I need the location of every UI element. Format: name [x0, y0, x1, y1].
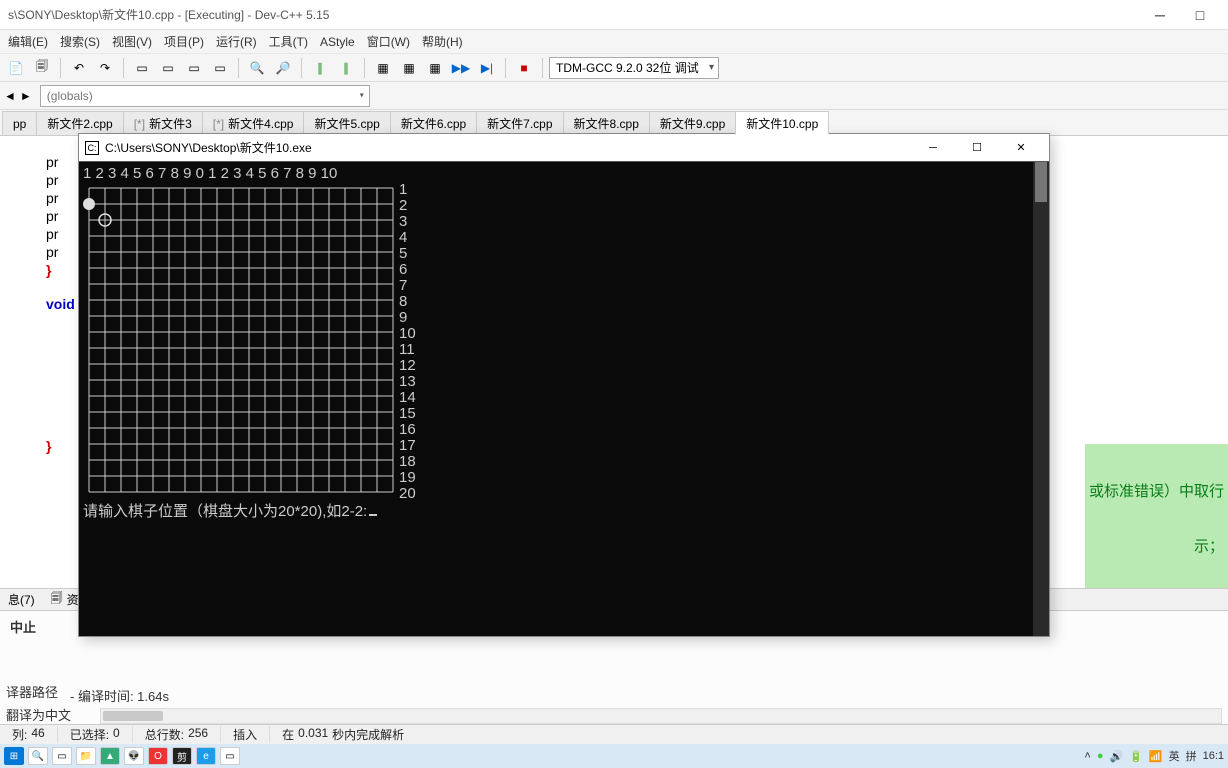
console-maximize[interactable]: ☐	[955, 134, 999, 162]
globals-select[interactable]: (globals)	[40, 85, 370, 107]
tab-file[interactable]: [*] 新文件3	[123, 111, 203, 135]
console-minimize[interactable]: ─	[911, 134, 955, 162]
tray-icon[interactable]: ●	[1097, 750, 1104, 762]
tab-file[interactable]: [*] 新文件4.cpp	[202, 111, 305, 135]
tab-file[interactable]: 新文件6.cpp	[390, 111, 477, 135]
toolbar-btn[interactable]: 📄	[4, 57, 28, 79]
tab-file[interactable]: 新文件5.cpp	[303, 111, 390, 135]
toolbar-btn[interactable]: ▭	[182, 57, 206, 79]
menu-help[interactable]: 帮助(H)	[416, 30, 469, 53]
undo-button[interactable]: ↶	[67, 57, 91, 79]
step-button[interactable]: ▶|	[475, 57, 499, 79]
board-col-header: 1 2 3 4 5 6 7 8 9 0 1 2 3 4 5 6 7 8 9 10	[83, 166, 1031, 182]
task-icon[interactable]: O	[148, 747, 168, 765]
console-title-bar[interactable]: C: C:\Users\SONY\Desktop\新文件10.exe ─ ☐ ✕	[79, 134, 1049, 162]
output-tab-info[interactable]: 息(7)	[0, 589, 43, 611]
go-board-grid	[83, 182, 395, 502]
task-icon[interactable]: ▭	[52, 747, 72, 765]
console-vscrollbar[interactable]	[1033, 162, 1049, 636]
tab-file[interactable]: 新文件9.cpp	[649, 111, 736, 135]
toolbar-btn[interactable]: 🗐	[30, 57, 54, 79]
task-icon[interactable]: e	[196, 747, 216, 765]
toolbar-btn[interactable]: 🔍	[245, 57, 269, 79]
taskbar: ⊞ 🔍 ▭ 📁 ▲ 👽 O 剪 e ▭ ˄ ● 🔊 🔋 📶 英 拼 16:1	[0, 744, 1228, 768]
tray-icon[interactable]: ˄	[1084, 750, 1090, 762]
menu-window[interactable]: 窗口(W)	[361, 30, 416, 53]
clock[interactable]: 16:1	[1203, 750, 1224, 762]
maximize-button[interactable]: □	[1180, 7, 1220, 23]
fwd-button[interactable]: ►	[20, 89, 32, 103]
task-icon[interactable]: 📁	[76, 747, 96, 765]
toolbar-btn[interactable]: ▭	[156, 57, 180, 79]
title-bar: s\SONY\Desktop\新文件10.cpp - [Executing] -…	[0, 0, 1228, 30]
menu-astyle[interactable]: AStyle	[314, 32, 361, 52]
toolbar-btn[interactable]: ∥	[308, 57, 332, 79]
text-cursor	[369, 514, 377, 516]
tab-file[interactable]: 新文件8.cpp	[563, 111, 650, 135]
task-icon[interactable]: 剪	[172, 747, 192, 765]
wifi-icon[interactable]: 📶	[1149, 750, 1163, 763]
status-bar: 列:46 已选择:0 总行数:256 插入 在 0.031 秒内完成解析	[0, 724, 1228, 744]
task-icon[interactable]: ▲	[100, 747, 120, 765]
menu-run[interactable]: 运行(R)	[210, 30, 263, 53]
menu-view[interactable]: 视图(V)	[106, 30, 158, 53]
output-side-labels: 译器路径 翻译为中文	[0, 678, 90, 728]
comment-highlight: 或标准错误）中取行 示；	[1085, 444, 1228, 592]
compile-run-button[interactable]: ▦	[423, 57, 447, 79]
tab-file[interactable]: 新文件2.cpp	[36, 111, 123, 135]
toolbar-btn[interactable]: ▭	[130, 57, 154, 79]
ime-mode[interactable]: 拼	[1186, 748, 1197, 764]
battery-icon[interactable]: 🔋	[1129, 750, 1143, 763]
toolbar-btn[interactable]: ∥	[334, 57, 358, 79]
output-hscrollbar[interactable]	[100, 708, 1222, 724]
redo-button[interactable]: ↷	[93, 57, 117, 79]
start-button[interactable]: ⊞	[4, 747, 24, 765]
console-title-text: C:\Users\SONY\Desktop\新文件10.exe	[105, 139, 312, 156]
toolbar-btn[interactable]: 🔎	[271, 57, 295, 79]
console-app-icon: C:	[85, 141, 99, 155]
volume-icon[interactable]: 🔊	[1109, 750, 1123, 763]
main-toolbar: 📄 🗐 ↶ ↷ ▭ ▭ ▭ ▭ 🔍 🔎 ∥ ∥ ▦ ▦ ▦ ▶▶ ▶| ■ TD…	[0, 54, 1228, 82]
menu-edit[interactable]: 编辑(E)	[2, 30, 54, 53]
tab-file[interactable]: 新文件7.cpp	[476, 111, 563, 135]
ime-lang[interactable]: 英	[1169, 748, 1180, 764]
task-icon[interactable]: ▭	[220, 747, 240, 765]
console-prompt: 请输入棋子位置（棋盘大小为20*20),如2-2:	[83, 504, 377, 520]
task-icon[interactable]: 🔍	[28, 747, 48, 765]
compiler-select[interactable]: TDM-GCC 9.2.0 32位 调试	[549, 57, 719, 79]
console-close[interactable]: ✕	[999, 134, 1043, 162]
system-tray[interactable]: ˄ ● 🔊 🔋 📶 英 拼 16:1	[1084, 748, 1224, 764]
console-window: C: C:\Users\SONY\Desktop\新文件10.exe ─ ☐ ✕…	[78, 133, 1050, 637]
debug-button[interactable]: ▶▶	[449, 57, 473, 79]
board-row-labels: 1234567891011121314151617181920	[399, 182, 416, 502]
menu-project[interactable]: 项目(P)	[158, 30, 210, 53]
secondary-toolbar: ◄ ► (globals)	[0, 82, 1228, 110]
console-content: 1 2 3 4 5 6 7 8 9 0 1 2 3 4 5 6 7 8 9 10…	[83, 166, 1031, 502]
minimize-button[interactable]: ─	[1140, 7, 1180, 23]
compile-button[interactable]: ▦	[371, 57, 395, 79]
window-title: s\SONY\Desktop\新文件10.cpp - [Executing] -…	[8, 6, 329, 23]
toolbar-btn[interactable]: ▭	[208, 57, 232, 79]
task-icon[interactable]: 👽	[124, 747, 144, 765]
menu-tools[interactable]: 工具(T)	[263, 30, 314, 53]
run-button[interactable]: ▦	[397, 57, 421, 79]
tab-file-active[interactable]: 新文件10.cpp	[735, 111, 829, 135]
menu-bar: 编辑(E) 搜索(S) 视图(V) 项目(P) 运行(R) 工具(T) ASty…	[0, 30, 1228, 54]
stop-button[interactable]: ■	[512, 57, 536, 79]
tab-file[interactable]: pp	[2, 111, 37, 135]
console-body[interactable]: 1 2 3 4 5 6 7 8 9 0 1 2 3 4 5 6 7 8 9 10…	[79, 162, 1049, 636]
menu-search[interactable]: 搜索(S)	[54, 30, 106, 53]
back-button[interactable]: ◄	[4, 89, 16, 103]
